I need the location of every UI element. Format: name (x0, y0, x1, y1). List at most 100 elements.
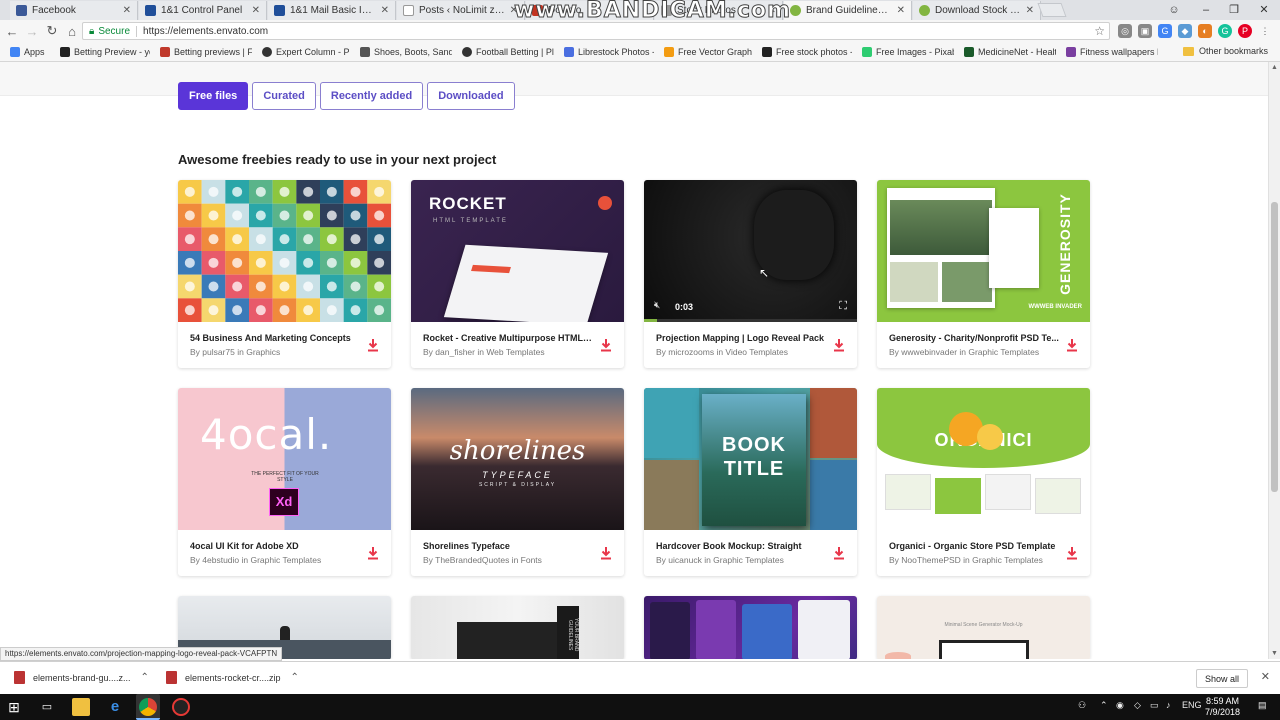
profile-icon[interactable]: ☺ (1160, 0, 1188, 20)
mute-icon[interactable]: 🔇︎ (654, 300, 660, 311)
item-card[interactable]: BOOK TITLE Hardcover Book Mockup: Straig… (644, 388, 857, 576)
bandicam-icon[interactable] (172, 698, 190, 716)
close-tab-icon[interactable]: ✕ (123, 5, 131, 16)
item-card[interactable]: YOUR BRAND GUIDELINES (411, 596, 624, 659)
fullscreen-icon[interactable]: ⛶ (839, 300, 847, 313)
card-title[interactable]: Organici - Organic Store PSD Template (889, 541, 1059, 551)
chrome-taskbar-button[interactable] (136, 694, 160, 720)
item-card[interactable]: shorelines TYPEFACE SCRIPT & DISPLAY Sho… (411, 388, 624, 576)
bookmark-item[interactable]: Betting previews | Fo (160, 46, 252, 57)
pinterest-extension-icon[interactable]: P (1238, 24, 1252, 38)
extension-icon[interactable]: ◎ (1118, 24, 1132, 38)
bookmark-item[interactable]: Shoes, Boots, Sanda (360, 46, 452, 57)
show-all-downloads-button[interactable]: Show all (1195, 669, 1248, 688)
bookmark-item[interactable]: Free Images - Pixaba (862, 46, 954, 57)
download-icon[interactable] (367, 546, 379, 560)
maximize-icon[interactable]: ❐ (1220, 0, 1248, 20)
thumbnail-ui-kit[interactable] (644, 596, 857, 659)
edge-browser-icon[interactable]: e (106, 698, 124, 716)
download-item[interactable]: elements-brand-gu....z... ⌃ (14, 671, 149, 684)
download-icon[interactable] (600, 338, 612, 352)
item-card[interactable]: ROCKET HTML TEMPLATE Rocket - Creative M… (411, 180, 624, 368)
camera-extension-icon[interactable]: ▣ (1138, 24, 1152, 38)
minimize-icon[interactable]: – (1192, 0, 1220, 20)
people-icon[interactable]: ⚇ (1078, 700, 1086, 711)
chevron-up-icon[interactable]: ⌃ (291, 672, 299, 683)
menu-kebab-icon[interactable]: ⋮ (1258, 24, 1272, 38)
close-download-bar-icon[interactable]: ✕ (1261, 670, 1270, 683)
card-title[interactable]: Shorelines Typeface (423, 541, 593, 551)
file-explorer-icon[interactable] (72, 698, 90, 716)
task-view-icon[interactable]: ▭ (38, 698, 56, 716)
bookmark-item[interactable]: Librestock Photos - (564, 46, 654, 57)
close-tab-icon[interactable]: ✕ (1026, 5, 1034, 16)
thumbnail-brand-guidelines[interactable]: YOUR BRAND GUIDELINES (411, 596, 624, 659)
item-card[interactable]: 🔇︎ 0:03 ⛶ ↖ Projection Mapping | Logo Re… (644, 180, 857, 368)
bookmark-star-icon[interactable]: ☆ (1094, 24, 1105, 38)
card-title[interactable]: 4ocal UI Kit for Adobe XD (190, 541, 360, 551)
close-tab-icon[interactable]: ✕ (897, 5, 905, 16)
filter-recently-added[interactable]: Recently added (319, 82, 424, 110)
video-progress-track[interactable] (644, 319, 857, 322)
thumbnail-organici[interactable]: ORGANICI (877, 388, 1090, 530)
close-tab-icon[interactable]: ✕ (252, 5, 260, 16)
browser-tab-brand-guidelines[interactable]: Brand Guidelines by RWG✕ (784, 1, 912, 20)
url-text[interactable]: https://elements.envato.com (143, 26, 268, 37)
browser-tab-download-stock[interactable]: Download Stock Photos✕ (913, 1, 1041, 20)
card-title[interactable]: Generosity - Charity/Nonprofit PSD Te... (889, 333, 1059, 343)
card-title[interactable]: Rocket - Creative Multipurpose HTML T... (423, 333, 593, 343)
system-clock[interactable]: 8:59 AM 7/9/2018 (1205, 696, 1240, 718)
volume-icon[interactable]: ♪ (1166, 700, 1171, 710)
wifi-icon[interactable]: ◉ (1116, 700, 1124, 711)
scrollbar-thumb[interactable] (1271, 202, 1278, 492)
filter-curated[interactable]: Curated (252, 82, 316, 110)
bookmark-item[interactable]: Betting Preview - yo (60, 46, 150, 57)
forward-arrow-icon[interactable]: → (22, 24, 42, 39)
reload-icon[interactable]: ↻ (42, 23, 62, 39)
item-card[interactable]: Minimal Scene Generator Mock-Up (877, 596, 1090, 659)
dropbox-icon[interactable]: ◇ (1134, 700, 1141, 711)
download-icon[interactable] (600, 546, 612, 560)
bookmark-item[interactable]: Fitness wallpapers H (1066, 46, 1158, 57)
bookmark-item[interactable]: Free Vector Graphics (664, 46, 752, 57)
windows-start-icon[interactable]: ⊞ (5, 698, 23, 716)
download-icon[interactable] (1066, 338, 1078, 352)
thumbnail-rocket[interactable]: ROCKET HTML TEMPLATE (411, 180, 624, 322)
thumbnail-video-player[interactable]: 🔇︎ 0:03 ⛶ ↖ (644, 180, 857, 322)
card-title[interactable]: 54 Business And Marketing Concepts (190, 333, 360, 343)
back-arrow-icon[interactable]: ← (2, 24, 22, 39)
chevron-up-icon[interactable]: ⌃ (141, 672, 149, 683)
other-bookmarks[interactable]: Other bookmarks (1182, 46, 1268, 56)
new-tab-button[interactable] (1037, 3, 1067, 17)
vertical-scrollbar[interactable]: ▲ ▼ (1268, 62, 1280, 659)
language-indicator[interactable]: ENG (1182, 700, 1202, 710)
tag-extension-icon[interactable]: ◆ (1178, 24, 1192, 38)
grammarly-extension-icon[interactable]: G (1218, 24, 1232, 38)
tray-chevron-icon[interactable]: ⌃ (1100, 700, 1108, 711)
item-card[interactable] (644, 596, 857, 659)
bookmark-item[interactable]: Expert Column - Pre (262, 46, 350, 57)
thumbnail-book-mockup[interactable]: BOOK TITLE (644, 388, 857, 530)
thumbnail-scene-generator[interactable]: Minimal Scene Generator Mock-Up (877, 596, 1090, 659)
notifications-icon[interactable]: ▤ (1258, 700, 1267, 711)
browser-tab-posts[interactable]: Posts ‹ NoLimit zone — W✕ (397, 1, 525, 20)
translate-extension-icon[interactable]: G (1158, 24, 1172, 38)
home-icon[interactable]: ⌂ (62, 24, 82, 39)
thumbnail-generosity[interactable]: GENEROSITY WWWEB INVADER (877, 180, 1090, 322)
download-icon[interactable] (367, 338, 379, 352)
thumbnail-4ocal[interactable]: 4ocal. THE PERFECT FIT OF YOUR STYLE Xd (178, 388, 391, 530)
close-tab-icon[interactable]: ✕ (381, 5, 389, 16)
boomerang-extension-icon[interactable]: ◐ (1198, 24, 1212, 38)
omnibox[interactable]: 🔒︎ Secure https://elements.envato.com ☆ (82, 22, 1110, 40)
thumbnail-business-icons[interactable] (178, 180, 391, 322)
item-card[interactable]: 54 Business And Marketing Concepts By pul… (178, 180, 391, 368)
filter-downloaded[interactable]: Downloaded (427, 82, 515, 110)
browser-tab-facebook[interactable]: Facebook ✕ (10, 1, 138, 20)
card-title[interactable]: Hardcover Book Mockup: Straight (656, 541, 826, 551)
download-icon[interactable] (833, 546, 845, 560)
bookmark-item[interactable]: Free stock photos - P (762, 46, 852, 57)
scroll-down-icon[interactable]: ▼ (1271, 650, 1278, 657)
battery-icon[interactable]: ▭ (1150, 700, 1159, 711)
item-card[interactable]: GENEROSITY WWWEB INVADER Generosity - Ch… (877, 180, 1090, 368)
bookmark-item[interactable]: Football Betting | Pla (462, 46, 554, 57)
